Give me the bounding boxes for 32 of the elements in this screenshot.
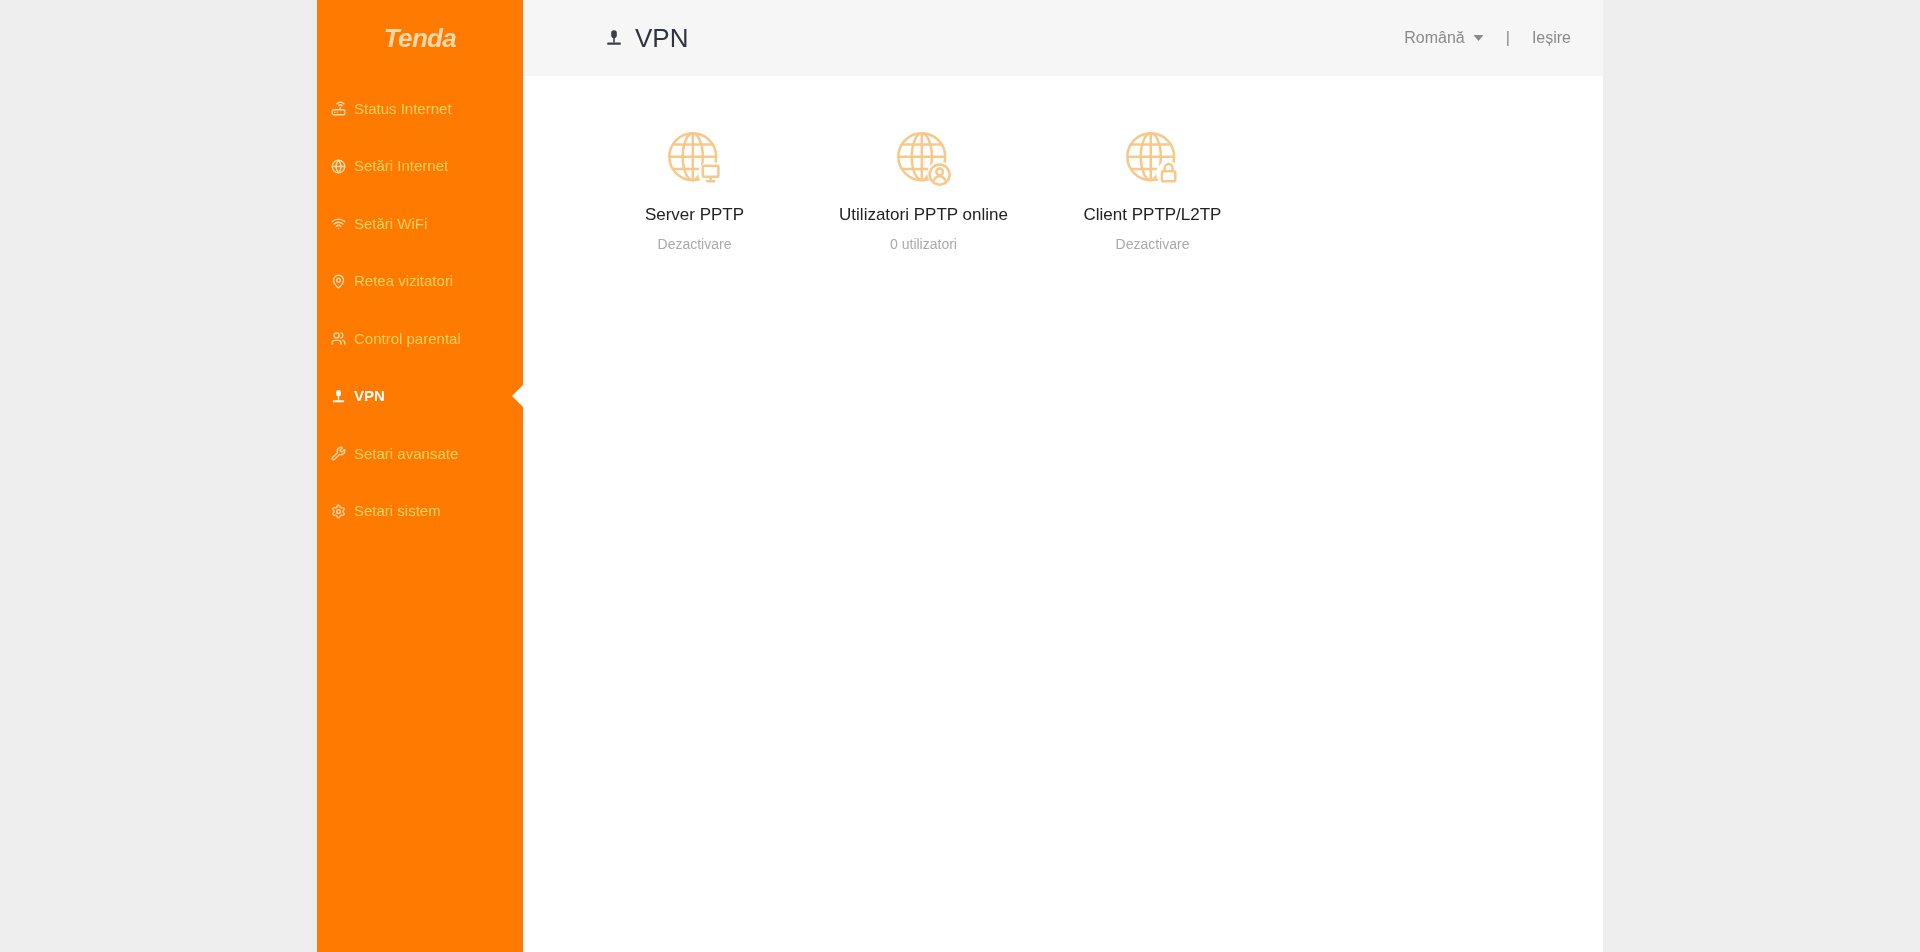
sidebar-item[interactable]: Control parental	[317, 310, 523, 368]
vpn-tile[interactable]: Client PPTP/L2TP Dezactivare	[1038, 130, 1267, 255]
router-icon	[331, 101, 346, 117]
tile-status: 0 utilizatori	[890, 234, 957, 254]
gear-icon	[331, 503, 346, 519]
tile-status: Dezactivare	[657, 234, 732, 254]
caret-icon	[1472, 35, 1484, 41]
tile-title: Server PPTP	[644, 204, 745, 226]
sidebar-item[interactable]: Setări WiFi	[317, 195, 523, 253]
tile-status: Dezactivare	[1115, 234, 1190, 254]
tile-title: Client PPTP/L2TP	[1083, 204, 1222, 226]
location-pin-icon	[331, 273, 346, 289]
sidebar-item[interactable]: Retea vizitatori	[317, 252, 523, 310]
sidebar-item[interactable]: Setari sistem	[317, 482, 523, 540]
wifi-icon	[331, 216, 346, 232]
globe-icon	[331, 158, 346, 174]
vpn-tile[interactable]: Server PPTP Dezactivare	[580, 130, 809, 255]
vpn-tile[interactable]: Utilizatori PPTP online 0 utilizatori	[809, 130, 1038, 255]
sidebar-item[interactable]: Setari avansate	[317, 425, 523, 483]
vpn-icon	[331, 388, 346, 404]
tile-title: Utilizatori PPTP online	[839, 204, 1008, 226]
wrench-icon	[331, 446, 346, 462]
sidebar-item[interactable]: Setări Internet	[317, 137, 523, 195]
vpn-icon	[605, 29, 623, 47]
globe-user-icon	[894, 130, 953, 188]
separator: |	[1505, 28, 1510, 48]
page-title: VPN	[635, 21, 689, 55]
language-dropdown[interactable]: Română	[1404, 26, 1484, 50]
sidebar-item[interactable]: Status Internet	[317, 80, 523, 138]
logout-link[interactable]: Ieșire	[1531, 26, 1571, 50]
people-icon	[331, 331, 346, 347]
logo: Tenda	[383, 21, 457, 55]
